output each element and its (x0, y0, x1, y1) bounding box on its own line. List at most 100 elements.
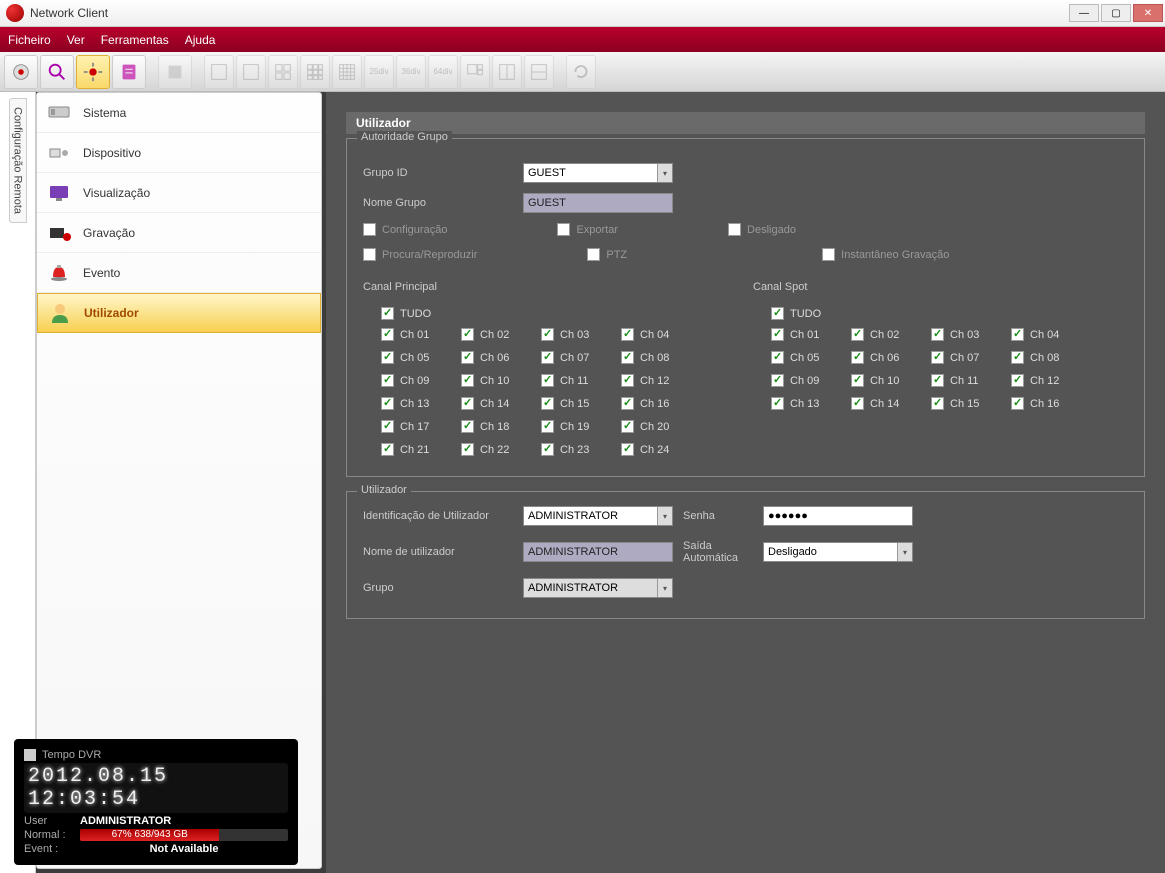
nav-item-device[interactable]: Dispositivo (37, 133, 321, 173)
spot-ch-checkbox[interactable]: Ch 10 (851, 374, 923, 387)
checkbox-icon (541, 397, 554, 410)
layout-1-button[interactable] (236, 55, 266, 89)
layout-4-button[interactable] (268, 55, 298, 89)
main-ch-checkbox[interactable]: Ch 19 (541, 420, 613, 433)
display-icon (47, 181, 71, 205)
log-button[interactable] (112, 55, 146, 89)
layout-36-button[interactable]: 36div (396, 55, 426, 89)
main-ch-checkbox[interactable]: Ch 02 (461, 328, 533, 341)
main-ch-checkbox[interactable]: Ch 20 (621, 420, 693, 433)
spot-ch-checkbox[interactable]: Ch 12 (1011, 374, 1083, 387)
spot-ch-checkbox[interactable]: Ch 03 (931, 328, 1003, 341)
menu-file[interactable]: Ficheiro (8, 33, 51, 47)
main-ch-checkbox[interactable]: Ch 14 (461, 397, 533, 410)
main-ch-checkbox[interactable]: Ch 06 (461, 351, 533, 364)
main-ch-checkbox[interactable]: Ch 24 (621, 443, 693, 456)
fullscreen-button[interactable] (204, 55, 234, 89)
search-button[interactable] (40, 55, 74, 89)
nav-item-display[interactable]: Visualização (37, 173, 321, 213)
perm-export-checkbox[interactable]: Exportar (557, 223, 618, 236)
spot-ch-checkbox[interactable]: Ch 11 (931, 374, 1003, 387)
main-ch-checkbox[interactable]: Ch 09 (381, 374, 453, 387)
main-ch-checkbox[interactable]: Ch 03 (541, 328, 613, 341)
storage-fill: 67% 638/943 GB (80, 829, 219, 841)
record-icon (47, 221, 71, 245)
main-ch-checkbox[interactable]: Ch 10 (461, 374, 533, 387)
spot-ch-checkbox[interactable]: Ch 13 (771, 397, 843, 410)
layout-64-button[interactable]: 64div (428, 55, 458, 89)
group-id-select[interactable]: GUEST ▾ (523, 163, 673, 183)
perm-shutdown-checkbox[interactable]: Desligado (728, 223, 796, 236)
menu-help[interactable]: Ajuda (185, 33, 216, 47)
main-ch-checkbox[interactable]: Ch 23 (541, 443, 613, 456)
user-id-select[interactable]: ADMINISTRATOR▾ (523, 506, 673, 526)
spot-ch-checkbox[interactable]: Ch 15 (931, 397, 1003, 410)
user-legend: Utilizador (357, 484, 411, 496)
system-icon (47, 101, 71, 125)
spot-ch-checkbox[interactable]: Ch 01 (771, 328, 843, 341)
minimize-button[interactable]: — (1069, 4, 1099, 22)
main-ch-checkbox[interactable]: Ch 05 (381, 351, 453, 364)
main-ch-checkbox[interactable]: Ch 04 (621, 328, 693, 341)
spot-ch-checkbox[interactable]: Ch 14 (851, 397, 923, 410)
nav-item-system[interactable]: Sistema (37, 93, 321, 133)
close-button[interactable]: ✕ (1133, 4, 1163, 22)
nav-item-user[interactable]: Utilizador (37, 293, 321, 333)
tempo-dvr-checkbox[interactable] (24, 749, 36, 761)
save-button[interactable] (158, 55, 192, 89)
checkbox-icon (461, 443, 474, 456)
autologout-select[interactable]: Desligado▾ (763, 542, 913, 562)
layout-a-button[interactable] (460, 55, 490, 89)
menu-view[interactable]: Ver (67, 33, 85, 47)
main-ch-checkbox[interactable]: Ch 08 (621, 351, 693, 364)
spot-ch-checkbox[interactable]: Ch 16 (1011, 397, 1083, 410)
layout-25-button[interactable]: 25div (364, 55, 394, 89)
nav-item-record[interactable]: Gravação (37, 213, 321, 253)
checkbox-icon (1011, 351, 1024, 364)
user-name-input[interactable]: ADMINISTRATOR (523, 542, 673, 562)
refresh-button[interactable] (566, 55, 596, 89)
live-button[interactable] (4, 55, 38, 89)
perm-ptz-checkbox[interactable]: PTZ (587, 248, 627, 261)
spot-ch-checkbox[interactable]: Ch 09 (771, 374, 843, 387)
perm-config-checkbox[interactable]: Configuração (363, 223, 447, 236)
main-ch-checkbox[interactable]: Ch 17 (381, 420, 453, 433)
spot-ch-checkbox[interactable]: Ch 06 (851, 351, 923, 364)
main-ch-checkbox[interactable]: Ch 07 (541, 351, 613, 364)
main-ch-checkbox[interactable]: Ch 13 (381, 397, 453, 410)
main-ch-checkbox[interactable]: Ch 18 (461, 420, 533, 433)
main-ch-checkbox[interactable]: Ch 12 (621, 374, 693, 387)
menu-tools[interactable]: Ferramentas (101, 33, 169, 47)
spot-ch-checkbox[interactable]: Ch 02 (851, 328, 923, 341)
layout-16-button[interactable] (332, 55, 362, 89)
settings-button[interactable] (76, 55, 110, 89)
main-ch-checkbox[interactable]: Ch 22 (461, 443, 533, 456)
channel-label: Ch 09 (400, 375, 429, 387)
user-group-select[interactable]: ADMINISTRATOR▾ (523, 578, 673, 598)
main-ch-checkbox[interactable]: Ch 15 (541, 397, 613, 410)
checkbox-icon (851, 374, 864, 387)
spot-all-checkbox[interactable]: TUDO (771, 307, 1083, 320)
channel-label: Ch 02 (480, 329, 509, 341)
channel-label: Ch 01 (400, 329, 429, 341)
layout-c-button[interactable] (524, 55, 554, 89)
spot-ch-checkbox[interactable]: Ch 05 (771, 351, 843, 364)
spot-ch-checkbox[interactable]: Ch 07 (931, 351, 1003, 364)
nav-item-event[interactable]: Evento (37, 253, 321, 293)
side-tab-remote-config[interactable]: Configuração Remota (9, 98, 27, 223)
password-input[interactable]: ●●●●●● (763, 506, 913, 526)
layout-9-button[interactable] (300, 55, 330, 89)
spot-ch-checkbox[interactable]: Ch 04 (1011, 328, 1083, 341)
maximize-button[interactable]: ▢ (1101, 4, 1131, 22)
main-all-checkbox[interactable]: TUDO (381, 307, 693, 320)
group-name-input[interactable]: GUEST (523, 193, 673, 213)
main-ch-checkbox[interactable]: Ch 21 (381, 443, 453, 456)
channel-label: Ch 14 (870, 398, 899, 410)
main-ch-checkbox[interactable]: Ch 01 (381, 328, 453, 341)
spot-ch-checkbox[interactable]: Ch 08 (1011, 351, 1083, 364)
main-ch-checkbox[interactable]: Ch 16 (621, 397, 693, 410)
main-ch-checkbox[interactable]: Ch 11 (541, 374, 613, 387)
layout-b-button[interactable] (492, 55, 522, 89)
perm-search-checkbox[interactable]: Procura/Reproduzir (363, 248, 477, 261)
perm-snapshot-checkbox[interactable]: Instantâneo Gravação (822, 248, 949, 261)
